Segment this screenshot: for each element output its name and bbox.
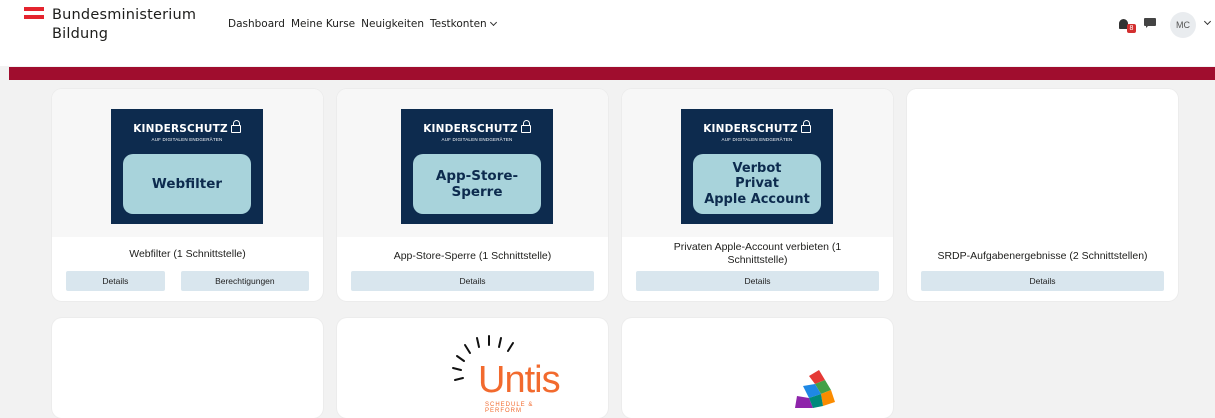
card-title[interactable]: Webfilter (1 Schnittstelle) xyxy=(62,248,313,261)
course-card-untis[interactable]: Untis SCHEDULE & PERFORM xyxy=(337,318,608,418)
kinderschutz-label: Webfilter xyxy=(123,154,251,214)
logo-line-2: Bildung xyxy=(52,26,109,42)
card-image: KINDERSCHUTZ AUF DIGITALEN ENDGERÄTEN Ve… xyxy=(622,89,893,237)
card-image: KINDERSCHUTZ AUF DIGITALEN ENDGERÄTEN Ap… xyxy=(337,89,608,237)
details-button[interactable]: Details xyxy=(66,271,165,291)
lock-icon xyxy=(800,120,811,133)
austrian-flag-icon xyxy=(24,7,44,21)
notifications-button[interactable]: 8 xyxy=(1119,18,1137,34)
course-card-srdp[interactable]: SRDP-Aufgabenergebnisse (2 Schnittstelle… xyxy=(907,89,1178,301)
kinderschutz-title: KINDERSCHUTZ xyxy=(423,123,518,135)
card-title[interactable]: Privaten Apple-Account verbieten (1 Schn… xyxy=(652,241,863,267)
top-navbar: Bundesministerium Bildung Dashboard Mein… xyxy=(0,0,1215,66)
untis-logo: Untis SCHEDULE & PERFORM xyxy=(393,318,561,414)
kinderschutz-label: App-Store- Sperre xyxy=(413,154,541,214)
card-actions: Details xyxy=(636,271,879,291)
nav-testkonten[interactable]: Testkonten xyxy=(430,18,497,30)
details-button[interactable]: Details xyxy=(351,271,594,291)
nav-testkonten-label: Testkonten xyxy=(430,18,487,30)
course-card-row2-3[interactable] xyxy=(622,318,893,418)
logo-line-1: Bundesministerium xyxy=(52,7,197,23)
card-actions: Details xyxy=(921,271,1164,291)
messages-button[interactable] xyxy=(1144,18,1157,29)
course-card-row2-1[interactable] xyxy=(52,318,323,418)
chevron-down-icon xyxy=(489,18,497,27)
details-button[interactable]: Details xyxy=(921,271,1164,291)
card-title[interactable]: SRDP-Aufgabenergebnisse (2 Schnittstelle… xyxy=(917,250,1168,263)
kinderschutz-image: KINDERSCHUTZ AUF DIGITALEN ENDGERÄTEN Ve… xyxy=(681,109,833,224)
nav-dashboard[interactable]: Dashboard xyxy=(228,18,285,30)
course-card-app-store-sperre[interactable]: KINDERSCHUTZ AUF DIGITALEN ENDGERÄTEN Ap… xyxy=(337,89,608,301)
lock-icon xyxy=(520,120,531,133)
nav-meine-kurse[interactable]: Meine Kurse xyxy=(291,18,355,30)
user-menu-chevron-icon[interactable] xyxy=(1203,17,1212,26)
kinderschutz-subtitle: AUF DIGITALEN ENDGERÄTEN xyxy=(151,137,223,142)
card-title[interactable]: App-Store-Sperre (1 Schnittstelle) xyxy=(347,250,598,263)
kinderschutz-title: KINDERSCHUTZ xyxy=(703,123,798,135)
notification-badge: 8 xyxy=(1127,24,1136,33)
card-image-empty xyxy=(907,89,1178,237)
kinderschutz-image: KINDERSCHUTZ AUF DIGITALEN ENDGERÄTEN We… xyxy=(111,109,263,224)
nav-neuigkeiten[interactable]: Neuigkeiten xyxy=(361,18,424,30)
card-actions: Details xyxy=(351,271,594,291)
puzzle-logo-icon xyxy=(795,370,835,408)
primary-nav: Dashboard Meine Kurse Neuigkeiten Testko… xyxy=(228,18,497,30)
card-actions: Details Berechtigungen xyxy=(66,271,309,291)
course-card-webfilter[interactable]: KINDERSCHUTZ AUF DIGITALEN ENDGERÄTEN We… xyxy=(52,89,323,301)
chat-icon-tail xyxy=(1146,25,1149,28)
kinderschutz-image: KINDERSCHUTZ AUF DIGITALEN ENDGERÄTEN Ap… xyxy=(401,109,553,224)
accent-band xyxy=(9,67,1215,80)
untis-wordmark: Untis xyxy=(478,359,561,401)
kinderschutz-title: KINDERSCHUTZ xyxy=(133,123,228,135)
details-button[interactable]: Details xyxy=(636,271,879,291)
untis-tagline: SCHEDULE & PERFORM xyxy=(485,402,534,414)
kinderschutz-subtitle: AUF DIGITALEN ENDGERÄTEN xyxy=(721,137,793,142)
course-card-apple-account[interactable]: KINDERSCHUTZ AUF DIGITALEN ENDGERÄTEN Ve… xyxy=(622,89,893,301)
site-logo[interactable]: Bundesministerium Bildung xyxy=(52,6,196,44)
user-avatar[interactable]: MC xyxy=(1170,12,1196,38)
permissions-button[interactable]: Berechtigungen xyxy=(180,271,309,291)
kinderschutz-label: Verbot Privat Apple Account xyxy=(693,154,821,214)
kinderschutz-subtitle: AUF DIGITALEN ENDGERÄTEN xyxy=(441,137,513,142)
card-image: KINDERSCHUTZ AUF DIGITALEN ENDGERÄTEN We… xyxy=(52,89,323,237)
lock-icon xyxy=(230,120,241,133)
